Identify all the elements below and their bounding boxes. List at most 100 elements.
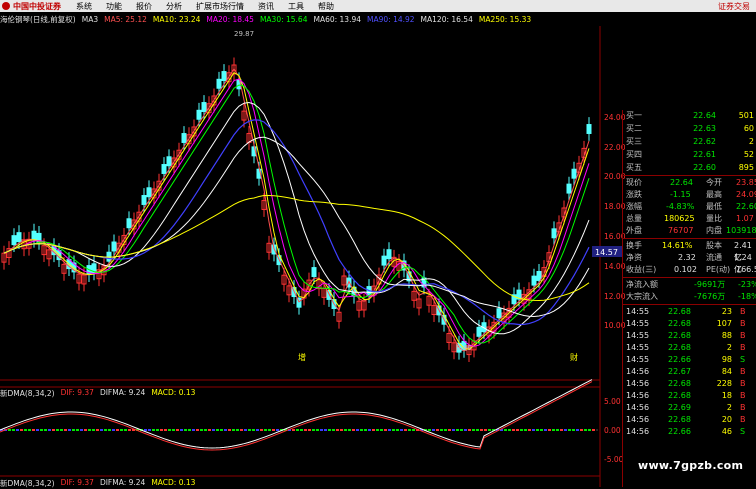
candle-body [146, 187, 152, 198]
macd-bar [460, 429, 463, 431]
tick-row: 14:55 22.68 107 B [626, 319, 746, 328]
macd-bar [224, 429, 227, 431]
macd-bar [8, 429, 11, 431]
macd-bar [440, 429, 443, 431]
high-marker: 29.87 [234, 30, 254, 38]
candle-body [531, 275, 537, 286]
quote-panel: 买一 22.64 501 买二 22.63 60 买三 22.62 2 买四 22.61 52 … [622, 110, 756, 487]
macd-bar [160, 429, 163, 431]
candle-body [201, 102, 207, 112]
macd-bar [356, 429, 359, 431]
macd-bar [292, 429, 295, 431]
macd-bar [28, 429, 31, 431]
macd-bar [568, 429, 571, 431]
macd-bar [312, 429, 315, 431]
macd-bar [320, 429, 323, 431]
macd-bar [516, 429, 519, 431]
macd-bar [112, 429, 115, 431]
event-marker-2: 财 [570, 352, 578, 362]
stat-row: 外盘 76707 内盘 103918 [626, 226, 756, 235]
candle-body [126, 218, 132, 229]
bid-row[interactable]: 买一 22.64 501 [626, 110, 756, 122]
macd-bar [584, 429, 587, 431]
bid-row[interactable]: 买二 22.63 60 [626, 123, 756, 135]
macd-name-lower: 新DMA(8,34,2) [0, 479, 55, 488]
macd-bar [24, 429, 27, 431]
tick-row: 14:56 22.67 84 B [626, 367, 746, 376]
macd-bar [16, 429, 19, 431]
macd-bar [108, 429, 111, 431]
stat-row: 收益(三)0.102PE(动)166.5 [626, 265, 756, 274]
tick-row: 14:55 22.68 2 B [626, 343, 746, 352]
macd-bar [196, 429, 199, 431]
macd-bar [592, 429, 595, 431]
current-price-tag: 14.57 [595, 248, 618, 257]
macd-bar [588, 429, 591, 431]
tick-row: 14:56 22.69 2 B [626, 403, 746, 412]
macd-bar [400, 429, 403, 431]
macd-bar [104, 429, 107, 431]
stat-row: 换手 14.61% 股本 2.41亿 [626, 241, 752, 262]
macd-bar [88, 429, 91, 431]
macd-bar [168, 429, 171, 431]
macd-difma-lower: DIFMA: 9.24 [99, 478, 146, 487]
macd-bar [504, 429, 507, 431]
macd-bar [12, 429, 15, 431]
candle-body [111, 241, 117, 252]
candle-body [221, 71, 227, 81]
macd-bar [432, 429, 435, 431]
macd-bar [452, 429, 455, 431]
macd-bar [428, 429, 431, 431]
macd-bar [156, 429, 159, 431]
macd-bar [32, 429, 35, 431]
macd-bar [580, 429, 583, 431]
macd-bar [324, 429, 327, 431]
macd-bar [148, 429, 151, 431]
macd-bar [40, 429, 43, 431]
macd-bar [200, 429, 203, 431]
bid-row[interactable]: 买五 22.60 895 [626, 162, 756, 174]
candle-body [196, 109, 202, 120]
macd-bar [408, 429, 411, 431]
macd-bar [240, 429, 243, 431]
tick-row: 14:55 22.68 88 B [626, 331, 746, 340]
candle-body [141, 195, 147, 205]
macd-bar [348, 429, 351, 431]
divider [623, 277, 756, 278]
macd-bar [60, 429, 63, 431]
watermark: www.7gpzb.com [638, 459, 744, 472]
macd-bar [528, 429, 531, 431]
macd-bar [520, 429, 523, 431]
tick-row: 14:56 22.68 228 B [626, 379, 746, 388]
tick-row: 14:55 22.66 98 S [626, 355, 746, 364]
macd-bar [144, 429, 147, 431]
macd-bar [80, 429, 83, 431]
macd-bar [164, 429, 167, 431]
candle-body [566, 183, 572, 194]
macd-bar [544, 429, 547, 431]
low-marker: 8.46 [456, 344, 472, 352]
macd-bar [412, 429, 415, 431]
stat-row: 涨幅-4.83%最低22.60 [626, 202, 756, 211]
candle-body [586, 124, 592, 134]
macd-dif-lower: DIF: 9.37 [60, 478, 94, 487]
macd-bar [488, 429, 491, 431]
macd-bar [72, 429, 75, 431]
stat-row: 现价22.64今开23.85 [626, 178, 756, 187]
candle-body [536, 270, 542, 281]
macd-bar [384, 429, 387, 431]
candle-body [476, 326, 482, 337]
bid-row[interactable]: 买三 22.62 2 [626, 136, 756, 148]
macd-bar [208, 429, 211, 431]
macd-bar [52, 429, 55, 431]
macd-bar [404, 429, 407, 431]
candle-body [386, 249, 392, 260]
macd-bar [536, 429, 539, 431]
divider [623, 175, 756, 176]
bid-row[interactable]: 买四 22.61 52 [626, 149, 756, 161]
macd-bar [472, 429, 475, 431]
macd-bar [576, 429, 579, 431]
macd-info-bar-lower: 新DMA(8,34,2) DIF: 9.37 DIFMA: 9.24 MACD:… [0, 478, 195, 489]
macd-bar [540, 429, 543, 431]
macd-bar [448, 429, 451, 431]
